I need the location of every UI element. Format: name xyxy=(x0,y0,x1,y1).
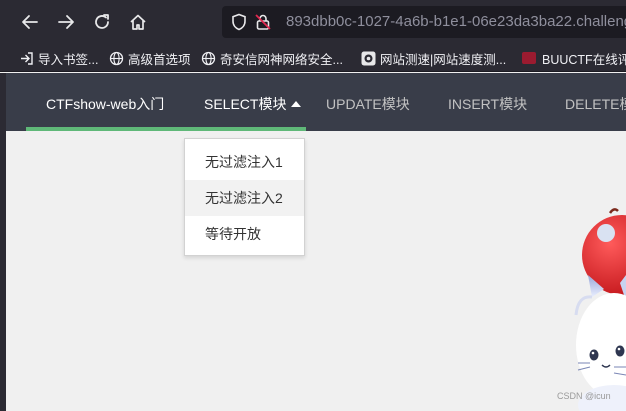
import-icon xyxy=(19,51,34,66)
select-module-dropdown: 无过滤注入1 无过滤注入2 等待开放 xyxy=(184,138,305,256)
forward-button[interactable] xyxy=(55,11,77,33)
back-button[interactable] xyxy=(19,11,41,33)
bookmark-import[interactable]: 导入书签... xyxy=(19,49,98,67)
site-navbar: CTFshow-web入门 SELECT模块 UPDATE模块 INSERT模块… xyxy=(6,73,626,131)
home-icon xyxy=(130,14,146,30)
dropdown-item-coming-soon[interactable]: 等待开放 xyxy=(185,216,304,252)
insecure-lock-icon[interactable] xyxy=(254,13,272,31)
bookmark-advanced[interactable]: 高级首选项 xyxy=(109,49,191,67)
bookmark-label: 网站测速|网站速度测... xyxy=(380,52,507,67)
watermark: CSDN @icun xyxy=(557,391,611,401)
flag-icon xyxy=(522,52,536,64)
nav-update-module[interactable]: UPDATE模块 xyxy=(326,94,410,114)
url-text[interactable]: 893dbb0c-1027-4a6b-b1e1-06e23da3ba22.cha… xyxy=(286,13,626,30)
nav-select-label: SELECT模块 xyxy=(204,96,287,112)
bookmark-speedtest[interactable]: 网站测速|网站速度测... xyxy=(361,49,506,67)
shield-icon[interactable] xyxy=(230,13,248,31)
reload-button[interactable] xyxy=(91,11,113,33)
nav-ctfshow-web[interactable]: CTFshow-web入门 xyxy=(46,94,164,114)
globe-icon xyxy=(201,51,216,66)
home-button[interactable] xyxy=(127,11,149,33)
browser-toolbar: 893dbb0c-1027-4a6b-b1e1-06e23da3ba22.cha… xyxy=(0,0,626,44)
bookmark-buuctf[interactable]: BUUCTF在线评测 xyxy=(522,49,626,67)
dropdown-item-no-filter-1[interactable]: 无过滤注入1 xyxy=(185,144,304,180)
globe-icon xyxy=(109,51,124,66)
bookmark-label: 导入书签... xyxy=(38,52,99,67)
arrow-left-icon xyxy=(22,15,38,29)
nav-insert-module[interactable]: INSERT模块 xyxy=(448,94,527,114)
address-bar[interactable]: 893dbb0c-1027-4a6b-b1e1-06e23da3ba22.cha… xyxy=(222,6,626,38)
nav-select-module[interactable]: SELECT模块 xyxy=(204,94,302,114)
bookmark-qianxin[interactable]: 奇安信网神网络安全... xyxy=(201,49,343,67)
nav-delete-module[interactable]: DELETE模块 xyxy=(565,94,626,114)
bookmark-label: BUUCTF在线评测 xyxy=(542,52,626,67)
bookmark-label: 奇安信网神网络安全... xyxy=(220,52,343,67)
caret-up-icon xyxy=(291,101,302,107)
mascot-cat-illustration xyxy=(570,205,626,411)
bookmarks-bar: 导入书签... 高级首选项 奇安信网神网络安全... 网站测速|网站速度测...… xyxy=(0,44,626,72)
eye-icon xyxy=(361,51,376,66)
reload-icon xyxy=(95,14,109,29)
arrow-right-icon xyxy=(58,15,74,29)
bookmark-label: 高级首选项 xyxy=(128,52,191,67)
page-content xyxy=(6,131,626,411)
dropdown-item-no-filter-2[interactable]: 无过滤注入2 xyxy=(185,180,304,216)
